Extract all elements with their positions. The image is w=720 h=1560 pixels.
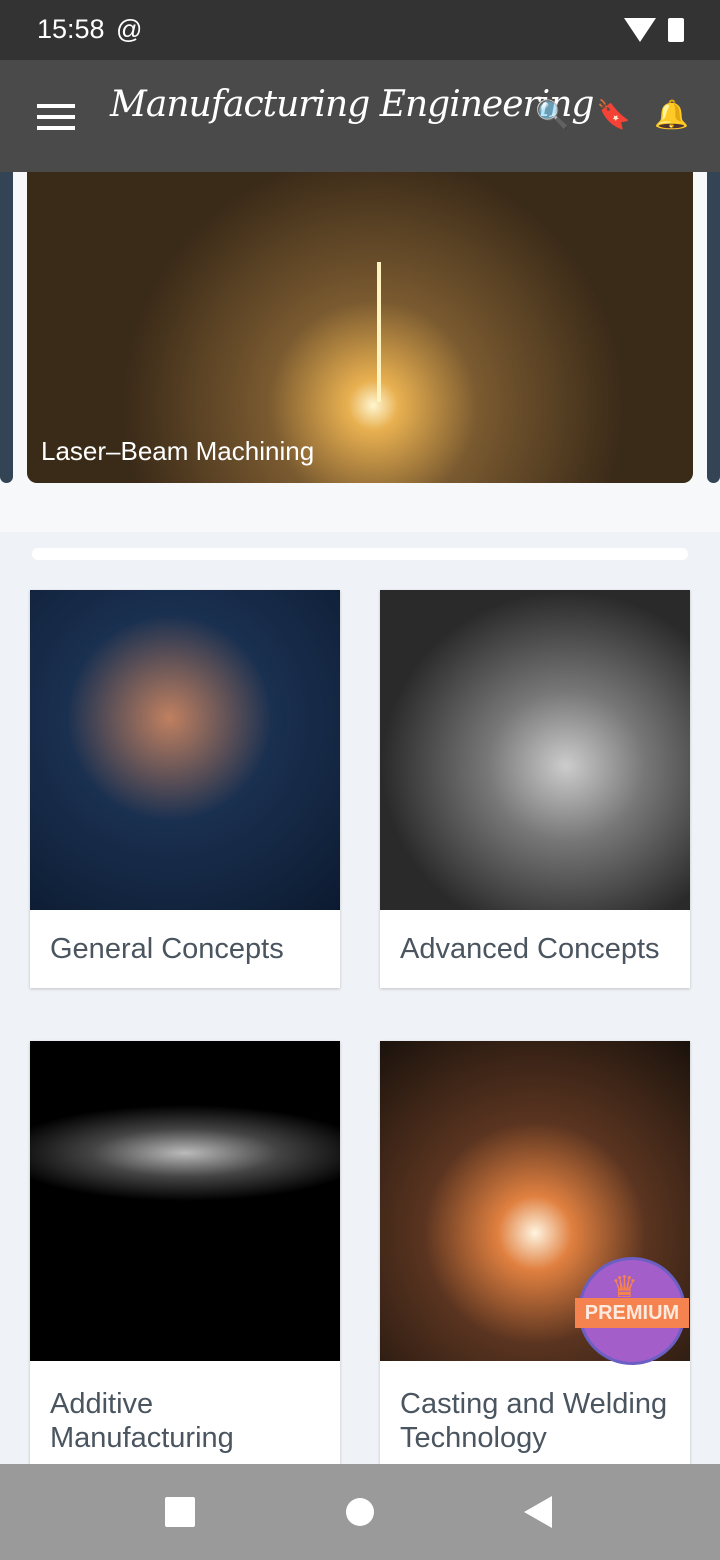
battery-icon (668, 18, 684, 42)
carousel-slide[interactable]: Laser–Beam Machining (27, 172, 693, 483)
menu-icon[interactable] (37, 104, 75, 130)
card-image (30, 1041, 340, 1361)
carousel[interactable]: Laser–Beam Machining (0, 172, 720, 532)
premium-label: PREMIUM (575, 1298, 689, 1328)
slide-caption: Laser–Beam Machining (41, 436, 315, 466)
search-icon[interactable]: 🔍 (535, 98, 570, 131)
card-label: General Concepts (50, 933, 284, 965)
wifi-icon (624, 18, 656, 42)
card-label: Casting and Welding Technology (400, 1388, 668, 1454)
navigation-bar (0, 1464, 720, 1560)
at-icon: @ (116, 14, 143, 44)
app-title: Manufacturing Engineering (110, 84, 594, 125)
laser-image (377, 262, 381, 402)
bell-icon[interactable]: 🔔 (654, 98, 689, 131)
category-card[interactable]: General Concepts (30, 590, 340, 988)
app-bar: Manufacturing Engineering 🔍 🔖 🔔 (0, 60, 720, 172)
category-card[interactable]: Advanced Concepts (380, 590, 690, 988)
bookmark-icon[interactable]: 🔖 (596, 98, 631, 131)
status-bar: 15:58 @ (0, 0, 720, 60)
premium-badge[interactable]: ♛ PREMIUM (575, 1257, 689, 1365)
back-button[interactable] (524, 1496, 552, 1528)
next-slide[interactable] (707, 172, 720, 483)
card-image (380, 590, 690, 910)
category-card[interactable]: Additive Manufacturing (30, 1041, 340, 1471)
clock: 15:58 (37, 14, 105, 44)
recents-button[interactable] (165, 1497, 195, 1527)
home-button[interactable] (346, 1498, 374, 1526)
card-label: Advanced Concepts (400, 933, 660, 965)
category-card[interactable]: Casting and Welding Technology (380, 1041, 690, 1471)
section-divider (32, 548, 688, 560)
card-label: Additive Manufacturing (50, 1388, 234, 1454)
prev-slide[interactable] (0, 172, 13, 483)
card-image (30, 590, 340, 910)
